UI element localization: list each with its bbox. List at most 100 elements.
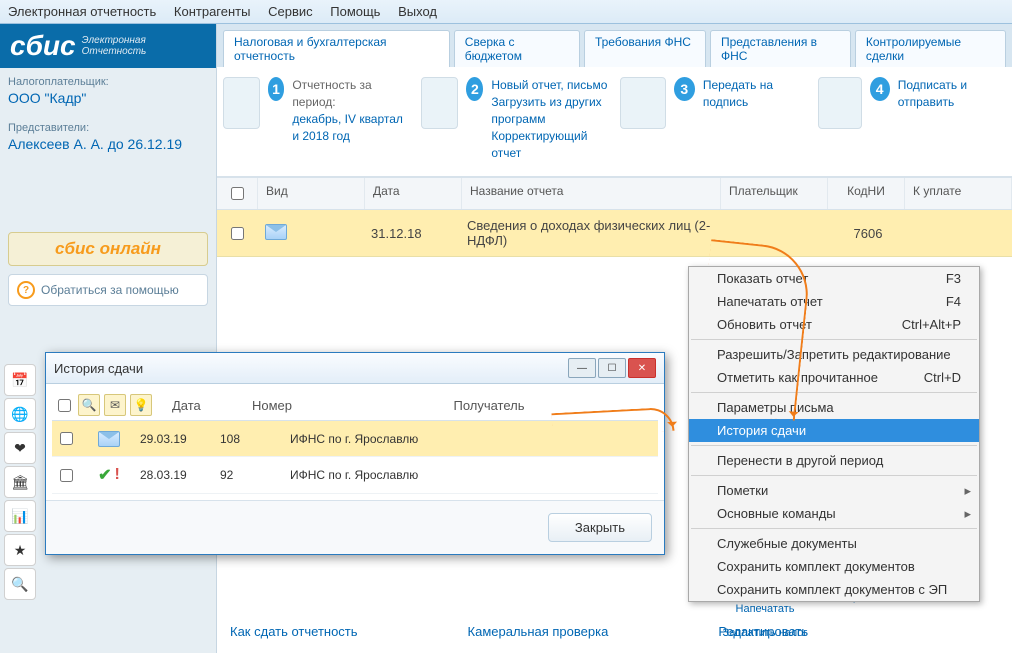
dialog-title: История сдачи xyxy=(54,361,143,376)
send-sign-link[interactable]: Передать на подпись xyxy=(703,78,773,109)
step4-num: 4 xyxy=(870,77,890,101)
step1-num: 1 xyxy=(268,77,285,101)
calendar-icon[interactable]: 📅 xyxy=(4,364,36,396)
select-all-checkbox[interactable] xyxy=(231,187,244,200)
step-2: 2 Новый отчет, письмо Загрузить из други… xyxy=(421,77,609,162)
col-sum[interactable]: К уплате xyxy=(905,178,1012,209)
rep-label: Представители: xyxy=(8,122,208,134)
rosstat-icon[interactable]: 📊 xyxy=(4,500,36,532)
ctx-перенести-в-другой-период[interactable]: Перенести в другой период xyxy=(689,449,979,472)
maximize-button[interactable]: ☐ xyxy=(598,358,626,378)
step-4: 4 Подписать и отправить xyxy=(818,77,1006,162)
globe-icon[interactable]: 🌐 xyxy=(4,398,36,430)
grid-header: Вид Дата Название отчета Плательщик КодН… xyxy=(217,177,1012,210)
load-other-link[interactable]: Загрузить из других программ xyxy=(491,95,601,126)
kameral-link[interactable]: Камеральная проверка xyxy=(468,624,609,639)
tab-treb[interactable]: Требования ФНС xyxy=(584,30,706,67)
row-checkbox[interactable] xyxy=(231,227,244,240)
correction-link[interactable]: Корректирующий отчет xyxy=(491,129,587,160)
side-icons: 📅 🌐 ❤ 🏛 📊 ★ 🔍 xyxy=(4,364,36,600)
sbis-online-button[interactable]: сбис онлайн xyxy=(8,232,208,266)
ctx-пометки[interactable]: Пометки xyxy=(689,479,979,502)
ctx-история-сдачи[interactable]: История сдачи xyxy=(689,419,979,442)
payer-label: Налогоплательщик: xyxy=(8,76,208,88)
step-1: 1 Отчетность за период: декабрь, IV квар… xyxy=(223,77,411,162)
menu-item[interactable]: Электронная отчетность xyxy=(8,4,156,19)
col-name[interactable]: Название отчета xyxy=(462,178,721,209)
search-icon[interactable]: 🔍 xyxy=(78,394,100,416)
logo-brand: сбис xyxy=(10,30,76,62)
step2-num: 2 xyxy=(466,77,483,101)
logo-sub: ЭлектроннаяОтчетность xyxy=(82,35,147,57)
alert-icon: ! xyxy=(115,466,120,484)
menu-item[interactable]: Контрагенты xyxy=(174,4,251,19)
ctx-сохранить-комплект-документов-с-эп[interactable]: Сохранить комплект документов с ЭП xyxy=(689,578,979,601)
step1-image xyxy=(223,77,260,129)
dialog-titlebar[interactable]: История сдачи — ☐ ✕ xyxy=(46,353,664,384)
step3-image xyxy=(620,77,666,129)
col-code[interactable]: КодНИ xyxy=(828,178,905,209)
period-link[interactable]: декабрь, IV квартал и 2018 год xyxy=(292,112,403,143)
envelope-icon xyxy=(98,431,120,447)
menu-item[interactable]: Выход xyxy=(398,4,437,19)
howto-link[interactable]: Как сдать отчетность xyxy=(230,624,358,639)
step4-image xyxy=(818,77,862,129)
row-date: 28.03.19 xyxy=(140,468,220,482)
payer-link[interactable]: ООО "Кадр" xyxy=(8,90,208,106)
tab-ks[interactable]: Контролируемые сделки xyxy=(855,30,1006,67)
tab-tax[interactable]: Налоговая и бухгалтерская отчетность xyxy=(223,30,450,67)
row-num: 92 xyxy=(220,468,290,482)
h-date[interactable]: Дата xyxy=(172,398,252,413)
rep-link[interactable]: Алексеев А. А. до 26.12.19 xyxy=(8,136,208,152)
row-sum xyxy=(906,225,1012,241)
step2-image xyxy=(421,77,458,129)
logo: сбис ЭлектроннаяОтчетность xyxy=(0,24,216,68)
fss-icon[interactable]: 🏛 xyxy=(4,466,36,498)
envelope-icon xyxy=(265,224,287,240)
dialog-select-all[interactable] xyxy=(58,399,71,412)
help-icon: ? xyxy=(17,281,35,299)
col-vid[interactable]: Вид xyxy=(258,178,365,209)
close-dialog-button[interactable]: Закрыть xyxy=(548,513,652,542)
step3-num: 3 xyxy=(674,77,695,101)
steps: 1 Отчетность за период: декабрь, IV квар… xyxy=(217,67,1012,177)
ctx-служебные-документы[interactable]: Служебные документы xyxy=(689,532,979,555)
row-checkbox[interactable] xyxy=(60,432,73,445)
history-row[interactable]: ✔! 28.03.1992ИФНС по г. Ярославлю xyxy=(52,457,658,494)
tab-sverka[interactable]: Сверка с бюджетом xyxy=(454,30,580,67)
new-report-link[interactable]: Новый отчет, письмо xyxy=(491,78,607,92)
row-checkbox[interactable] xyxy=(60,469,73,482)
bulb-icon[interactable]: 💡 xyxy=(130,394,152,416)
tabs: Налоговая и бухгалтерская отчетность Све… xyxy=(217,24,1012,67)
row-date: 31.12.18 xyxy=(363,218,459,249)
ctx-основные-команды[interactable]: Основные команды xyxy=(689,502,979,525)
check-icon: ✔ xyxy=(98,465,111,485)
step-3: 3 Передать на подпись xyxy=(620,77,808,162)
arrow-annotation xyxy=(693,239,812,421)
row-num: 108 xyxy=(220,432,290,446)
menu-item[interactable]: Сервис xyxy=(268,4,313,19)
col-payer[interactable]: Плательщик xyxy=(721,178,828,209)
pfr-icon[interactable]: ❤ xyxy=(4,432,36,464)
step1-label: Отчетность за период: xyxy=(292,77,411,111)
ctx-сохранить-комплект-документов[interactable]: Сохранить комплект документов xyxy=(689,555,979,578)
tab-pred[interactable]: Представления в ФНС xyxy=(710,30,851,67)
h-num[interactable]: Номер xyxy=(252,398,322,413)
menu-item[interactable]: Помощь xyxy=(330,4,380,19)
row-payer xyxy=(724,225,830,241)
history-dialog: История сдачи — ☐ ✕ 🔍 ✉ 💡 Дата Номер Пол… xyxy=(45,352,665,555)
row-date: 29.03.19 xyxy=(140,432,220,446)
col-date[interactable]: Дата xyxy=(365,178,462,209)
mail-icon[interactable]: ✉ xyxy=(104,394,126,416)
table-row[interactable]: 31.12.18 Сведения о доходах физических л… xyxy=(217,210,1012,257)
row-code: 7606 xyxy=(830,218,906,249)
help-button[interactable]: ?Обратиться за помощью xyxy=(8,274,208,306)
sidebar: сбис ЭлектроннаяОтчетность Налогоплатель… xyxy=(0,24,217,653)
misc-icon[interactable]: ★ xyxy=(4,534,36,566)
close-button[interactable]: ✕ xyxy=(628,358,656,378)
sign-send-link[interactable]: Подписать и отправить xyxy=(898,78,967,109)
search-icon[interactable]: 🔍 xyxy=(4,568,36,600)
minimize-button[interactable]: — xyxy=(568,358,596,378)
row-recipient: ИФНС по г. Ярославлю xyxy=(290,468,656,482)
row-name: Сведения о доходах физических лиц (2-НДФ… xyxy=(459,210,724,256)
